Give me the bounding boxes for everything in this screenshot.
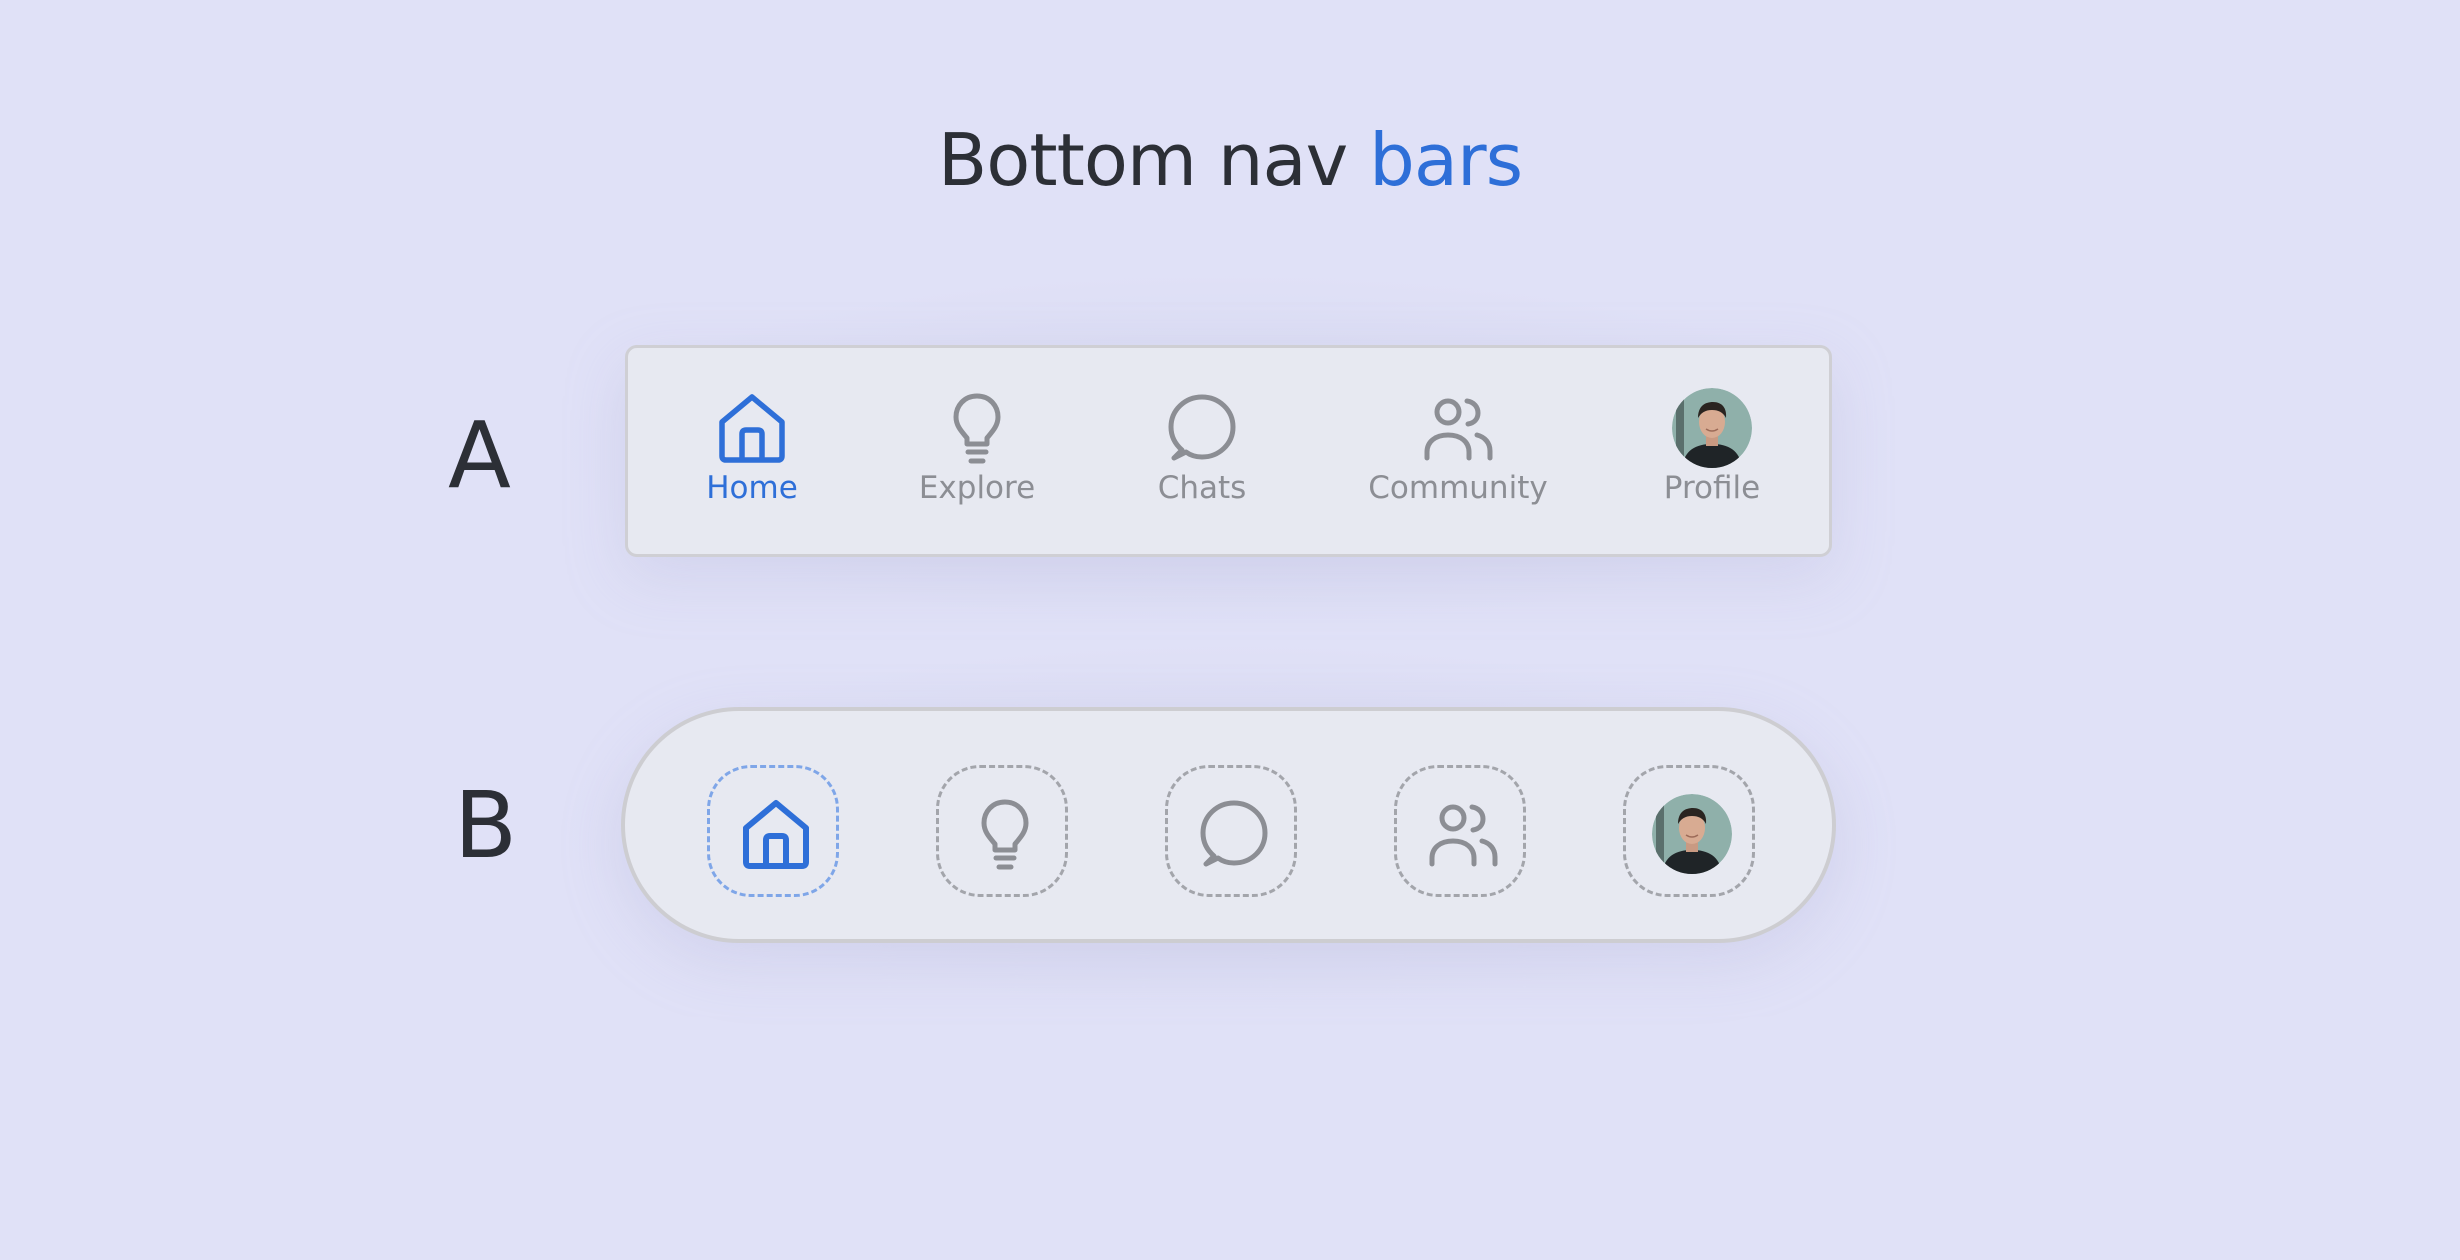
nav-item-community-a[interactable]: Community — [1358, 388, 1558, 528]
home-icon — [719, 394, 785, 463]
nav-label-home: Home — [706, 470, 798, 506]
nav-label-community: Community — [1368, 470, 1548, 506]
nav-item-home-b[interactable] — [707, 765, 839, 897]
nav-label-explore: Explore — [918, 470, 1036, 506]
chat-bubble-icon — [1168, 394, 1236, 461]
users-icon — [1424, 398, 1493, 461]
title-accent: bars — [1369, 118, 1523, 202]
lightbulb-icon — [953, 393, 1001, 464]
lightbulb-icon — [981, 799, 1029, 870]
users-icon — [1429, 804, 1498, 867]
nav-item-profile-a[interactable]: Profile — [1612, 388, 1812, 528]
bottom-nav-bar-a: Home Explore Chats Community Profile — [625, 345, 1832, 557]
nav-label-chats: Chats — [1157, 470, 1247, 506]
variant-b-label: B — [454, 772, 518, 879]
nav-item-home-a[interactable]: Home — [652, 388, 852, 528]
nav-item-explore-b[interactable] — [936, 765, 1068, 897]
chat-bubble-icon — [1200, 800, 1268, 867]
nav-item-chats-b[interactable] — [1165, 765, 1297, 897]
nav-item-profile-b[interactable] — [1623, 765, 1755, 897]
avatar — [1652, 794, 1732, 874]
nav-item-community-b[interactable] — [1394, 765, 1526, 897]
page-title: Bottom nav bars — [0, 118, 2460, 202]
nav-label-profile: Profile — [1663, 470, 1761, 506]
nav-item-chats-a[interactable]: Chats — [1102, 388, 1302, 528]
nav-item-explore-a[interactable]: Explore — [877, 388, 1077, 528]
bottom-nav-bar-b — [621, 707, 1836, 943]
avatar — [1672, 388, 1752, 468]
home-icon — [743, 800, 809, 869]
title-main: Bottom nav — [937, 118, 1348, 202]
variant-a-label: A — [448, 402, 511, 509]
